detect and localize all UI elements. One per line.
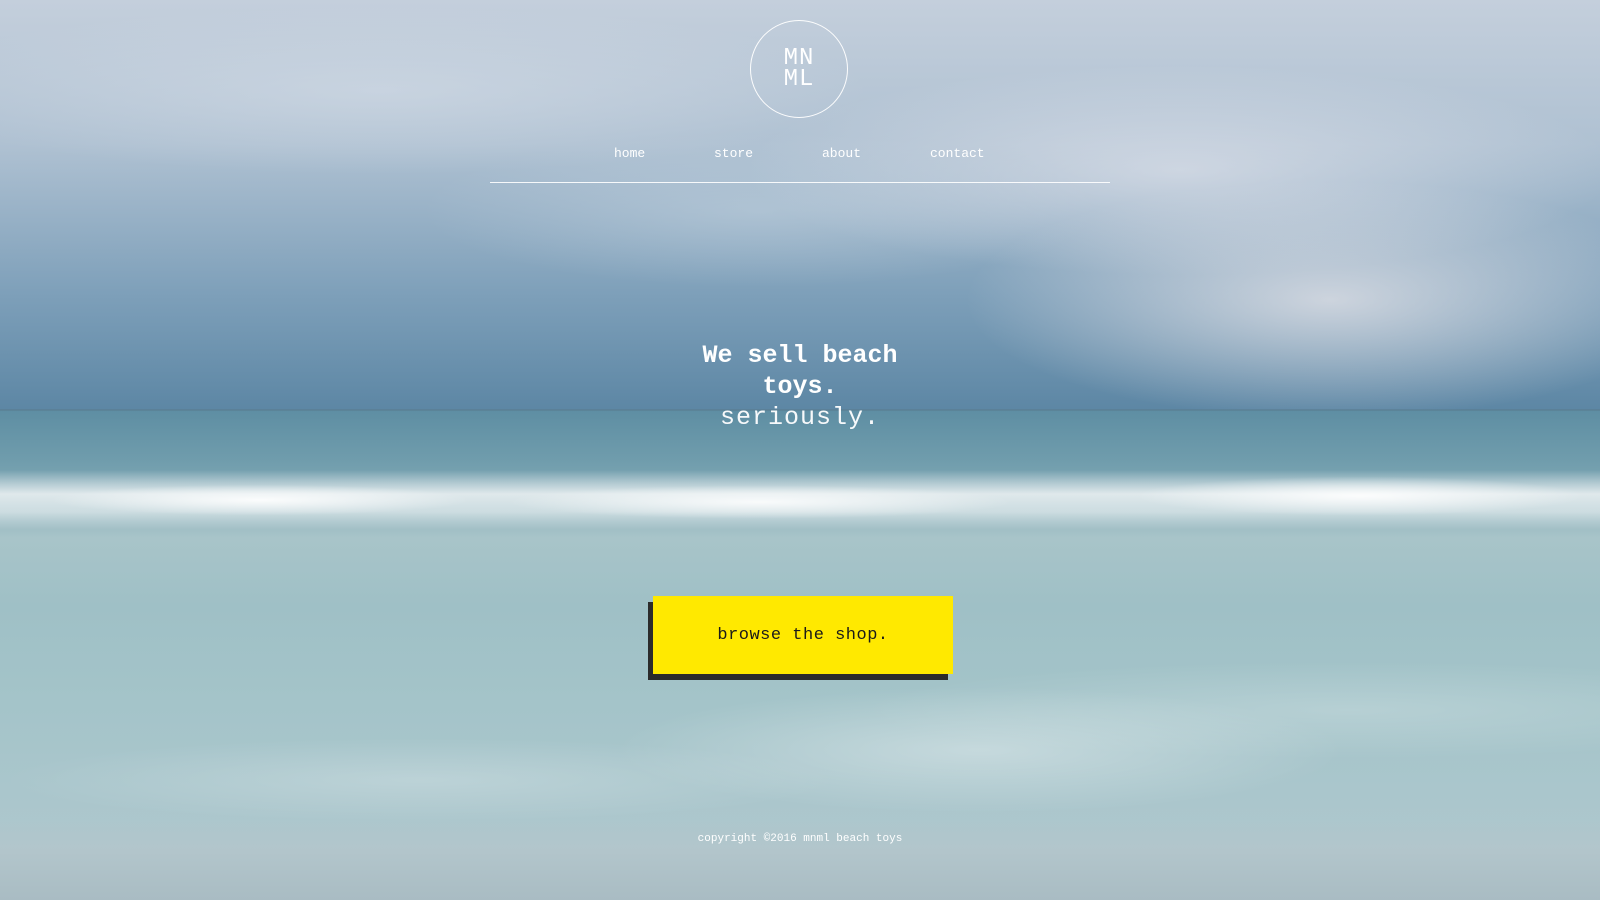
breaking-wave [0,470,1600,530]
main-nav: home store about contact [490,140,1110,183]
nav-store[interactable]: store [714,146,753,161]
sea-foam [0,530,1600,860]
sand [0,820,1600,900]
nav-contact[interactable]: contact [930,146,985,161]
nav-about[interactable]: about [822,146,861,161]
logo[interactable]: MN ML [750,20,848,118]
hero-subtitle: seriously. [719,403,881,432]
footer-copyright: copyright ©2016 mnml beach toys [697,833,903,845]
browse-shop-button[interactable]: browse the shop. [653,596,953,674]
hero: We sell beach toys. seriously. [600,340,1000,433]
beach-background [0,0,1600,900]
hero-title: We sell beach toys. [702,341,898,401]
logo-line-2: ML [783,66,815,93]
cta-container: browse the shop. [648,596,953,680]
nav-home[interactable]: home [614,146,645,161]
